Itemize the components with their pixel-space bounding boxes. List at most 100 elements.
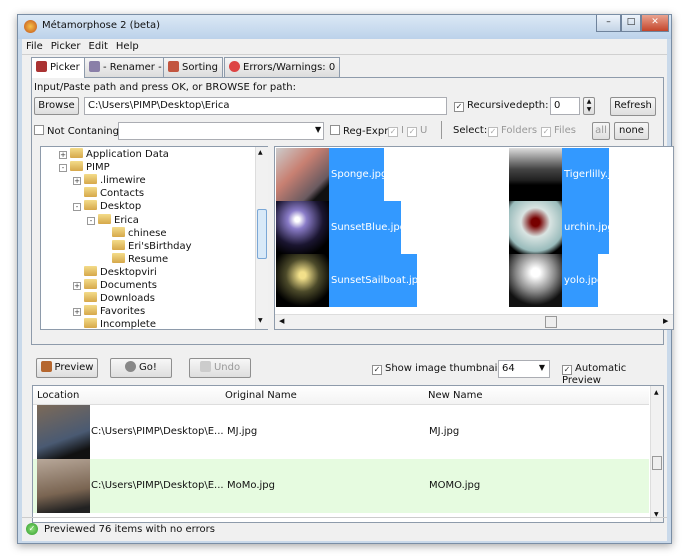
maximize-button[interactable]: □ xyxy=(621,15,641,32)
folder-icon xyxy=(84,187,97,198)
menu-file[interactable]: File xyxy=(22,39,47,52)
checkbox-icon xyxy=(330,125,340,135)
status-bar: ✓ Previewed 76 items with no errors xyxy=(22,517,667,541)
tree-node[interactable]: - PIMP xyxy=(59,161,110,174)
unicode-checkbox[interactable]: ✓ U xyxy=(407,125,427,137)
scroll-thumb[interactable] xyxy=(652,456,662,470)
chevron-down-icon[interactable]: ▼ xyxy=(315,125,321,134)
table-row[interactable]: C:\Users\PIMP\Desktop\E... MJ.jpg MJ.jpg xyxy=(33,405,649,459)
tree-node[interactable]: Resume xyxy=(101,252,168,266)
tree-node[interactable]: - Erica xyxy=(87,213,139,227)
tree-node-label: Desktop xyxy=(100,201,142,213)
folders-checkbox[interactable]: ✓ Folders xyxy=(488,125,537,137)
refresh-button[interactable]: Refresh xyxy=(610,97,656,116)
tab-renamer[interactable]: - Renamer - xyxy=(84,57,167,77)
close-button[interactable]: ✕ xyxy=(641,15,669,32)
grid-hscrollbar[interactable]: ◀ ▶ xyxy=(275,314,673,329)
select-all-button[interactable]: all xyxy=(592,122,610,140)
scroll-thumb[interactable] xyxy=(257,209,267,259)
window-title: Métamorphose 2 (beta) xyxy=(42,20,161,31)
column-new-name[interactable]: New Name xyxy=(424,386,649,405)
column-location[interactable]: Location xyxy=(33,386,221,405)
tree-scrollbar[interactable]: ▲ ▼ xyxy=(255,147,268,329)
image-thumbnail xyxy=(509,201,562,254)
checkbox-icon: ✓ xyxy=(541,127,551,137)
tree-node[interactable]: Desktopviri xyxy=(73,265,157,279)
depth-spinner[interactable]: ▲ ▼ xyxy=(583,97,595,115)
scroll-up-icon[interactable]: ▲ xyxy=(654,389,659,396)
path-input[interactable]: C:\Users\PIMP\Desktop\Erica xyxy=(84,97,447,115)
tree-node[interactable]: + Application Data xyxy=(59,148,169,161)
minimize-button[interactable]: – xyxy=(596,15,621,32)
tree-node[interactable]: + .limewire xyxy=(73,174,146,187)
checkbox-icon: ✓ xyxy=(454,102,464,112)
collapse-icon[interactable]: - xyxy=(87,216,95,225)
folder-icon xyxy=(84,305,97,316)
scroll-down-icon[interactable]: ▼ xyxy=(258,317,263,324)
tree-node[interactable]: Eri'sBirthday xyxy=(101,239,192,253)
expand-icon[interactable]: + xyxy=(59,151,67,159)
recursive-checkbox[interactable]: ✓ Recursive xyxy=(454,100,516,112)
tree-node[interactable]: chinese xyxy=(101,226,166,240)
undo-icon xyxy=(199,361,211,372)
divider xyxy=(441,121,442,139)
column-original-name[interactable]: Original Name xyxy=(221,386,424,405)
image-name: yolo.jpg xyxy=(562,254,603,307)
tab-picker[interactable]: Picker xyxy=(31,57,85,78)
depth-input[interactable]: 0 xyxy=(550,97,580,115)
app-icon xyxy=(24,20,37,33)
expand-icon[interactable]: + xyxy=(73,282,81,290)
folder-icon xyxy=(70,148,83,158)
error-icon xyxy=(229,61,240,72)
tree-node[interactable]: - Desktop xyxy=(73,200,141,213)
image-thumbnail xyxy=(276,201,329,254)
table-row[interactable]: C:\Users\PIMP\Desktop\E... MoMo.jpg MOMO… xyxy=(33,459,649,513)
scroll-left-icon[interactable]: ◀ xyxy=(279,317,284,325)
thumbnail-size-select[interactable]: 64 ▼ xyxy=(498,360,550,378)
not-containing-combo[interactable] xyxy=(118,122,324,140)
preview-button[interactable]: Preview xyxy=(36,358,98,378)
automatic-preview-checkbox[interactable]: ✓ Automatic Preview xyxy=(562,363,667,386)
scroll-up-icon[interactable]: ▲ xyxy=(258,149,263,156)
tree-node[interactable]: Downloads xyxy=(73,292,155,305)
tab-errors[interactable]: Errors/Warnings: 0 xyxy=(224,57,341,77)
show-thumbnails-checkbox[interactable]: ✓ Show image thumbnails xyxy=(372,363,505,375)
table-scrollbar[interactable]: ▲ ▼ xyxy=(650,386,663,522)
scroll-right-icon[interactable]: ▶ xyxy=(663,317,668,325)
path-instruction: Input/Paste path and press OK, or BROWSE… xyxy=(34,82,296,93)
tab-sorting[interactable]: Sorting xyxy=(163,57,223,77)
tree-node[interactable]: + Favorites xyxy=(73,305,145,318)
scroll-thumb[interactable] xyxy=(545,316,557,328)
folder-icon xyxy=(98,213,111,224)
undo-button[interactable]: Undo xyxy=(189,358,251,378)
select-none-button[interactable]: none xyxy=(614,122,649,140)
regexpr-checkbox[interactable]: Reg-Expr xyxy=(330,125,388,137)
menu-edit[interactable]: Edit xyxy=(85,39,112,52)
tree-node[interactable]: Contacts xyxy=(73,187,144,200)
tree-node[interactable]: Incomplete xyxy=(73,318,156,331)
menu-picker[interactable]: Picker xyxy=(47,39,85,52)
collapse-icon[interactable]: - xyxy=(59,164,67,173)
folder-icon xyxy=(112,226,125,237)
not-containing-checkbox[interactable]: Not Contaning: xyxy=(34,125,122,137)
image-grid[interactable]: yolo.jpg urchin.jpg Tigerlilly.jpg SunsetSa… xyxy=(274,146,674,330)
tree-node-label: PIMP xyxy=(86,162,110,174)
select-label: Select: xyxy=(453,125,488,136)
menu-help[interactable]: Help xyxy=(112,39,143,52)
image-name: Sponge.jpg xyxy=(329,148,387,201)
expand-icon[interactable]: + xyxy=(73,308,81,317)
app-window: Métamorphose 2 (beta) – □ ✕ File Picker Ed… xyxy=(17,14,674,544)
folder-icon xyxy=(84,200,97,211)
tree-node-label: Contacts xyxy=(100,188,145,200)
collapse-icon[interactable]: - xyxy=(73,203,81,212)
ignore-case-checkbox[interactable]: ✓ I xyxy=(388,125,404,137)
tree-node[interactable]: + Documents xyxy=(73,279,157,292)
tree-node-label: Documents xyxy=(100,280,158,291)
folder-tree[interactable]: ▲ ▼ + Application Data - PIMP + .limewire Cont… xyxy=(40,146,268,330)
chevron-down-icon: ▼ xyxy=(538,363,545,372)
browse-button[interactable]: Browse xyxy=(34,97,79,115)
files-checkbox[interactable]: ✓ Files xyxy=(541,125,576,137)
tree-node-label: .limewire xyxy=(100,175,146,187)
expand-icon[interactable]: + xyxy=(73,177,81,186)
go-button[interactable]: Go! xyxy=(110,358,172,378)
